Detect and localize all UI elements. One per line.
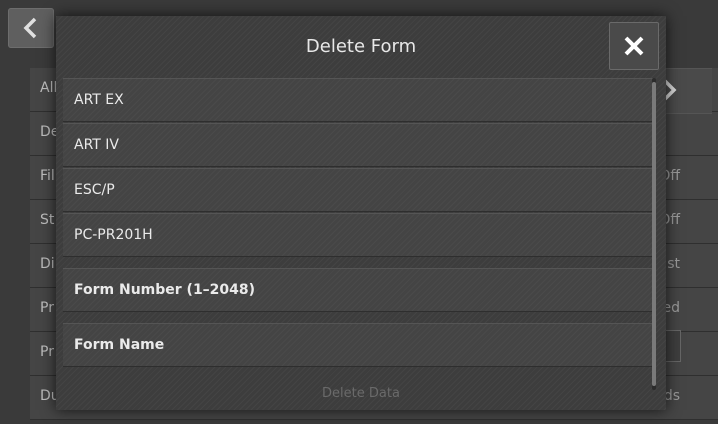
back-button[interactable]	[8, 8, 54, 48]
background-row-label: Pr	[40, 344, 54, 360]
form-list-item-label: ART IV	[74, 137, 119, 153]
form-list-item[interactable]: ART IV	[63, 123, 655, 167]
form-name-label: Form Name	[74, 337, 165, 353]
form-list-item[interactable]: ESC/P	[63, 168, 655, 212]
background-row-label: St	[40, 212, 55, 228]
scrollbar-thumb[interactable]	[652, 82, 656, 386]
close-icon	[624, 36, 644, 56]
form-list-item[interactable]: PC-PR201H	[63, 213, 655, 257]
form-list-item[interactable]: ART EX	[63, 78, 655, 122]
list-divider	[63, 258, 655, 268]
form-number-field[interactable]: Form Number (1–2048)	[63, 268, 655, 312]
background-row-label: Fil	[40, 168, 55, 184]
form-list-item-label: ESC/P	[74, 182, 115, 198]
form-list: ART EX ART IV ESC/P PC-PR201H Form Numbe…	[63, 78, 655, 368]
background-row-label: Di	[40, 256, 55, 272]
form-number-label: Form Number (1–2048)	[74, 282, 256, 298]
background-row-value: ds	[663, 388, 680, 404]
form-list-item-label: ART EX	[74, 92, 124, 108]
background-row-label: All	[40, 80, 58, 96]
list-scrollbar[interactable]	[652, 78, 656, 390]
list-divider	[63, 313, 655, 323]
form-name-field[interactable]: Form Name	[63, 323, 655, 367]
form-list-item-label: PC-PR201H	[74, 227, 153, 243]
close-button[interactable]	[609, 22, 659, 70]
dialog-title: Delete Form	[305, 36, 417, 57]
background-row-label: Pr	[40, 300, 54, 316]
chevron-left-icon	[23, 17, 37, 39]
delete-data-button[interactable]: Delete Data	[56, 386, 666, 401]
delete-form-dialog: Delete Form ART EX ART IV ESC/P PC-PR201…	[56, 16, 666, 410]
